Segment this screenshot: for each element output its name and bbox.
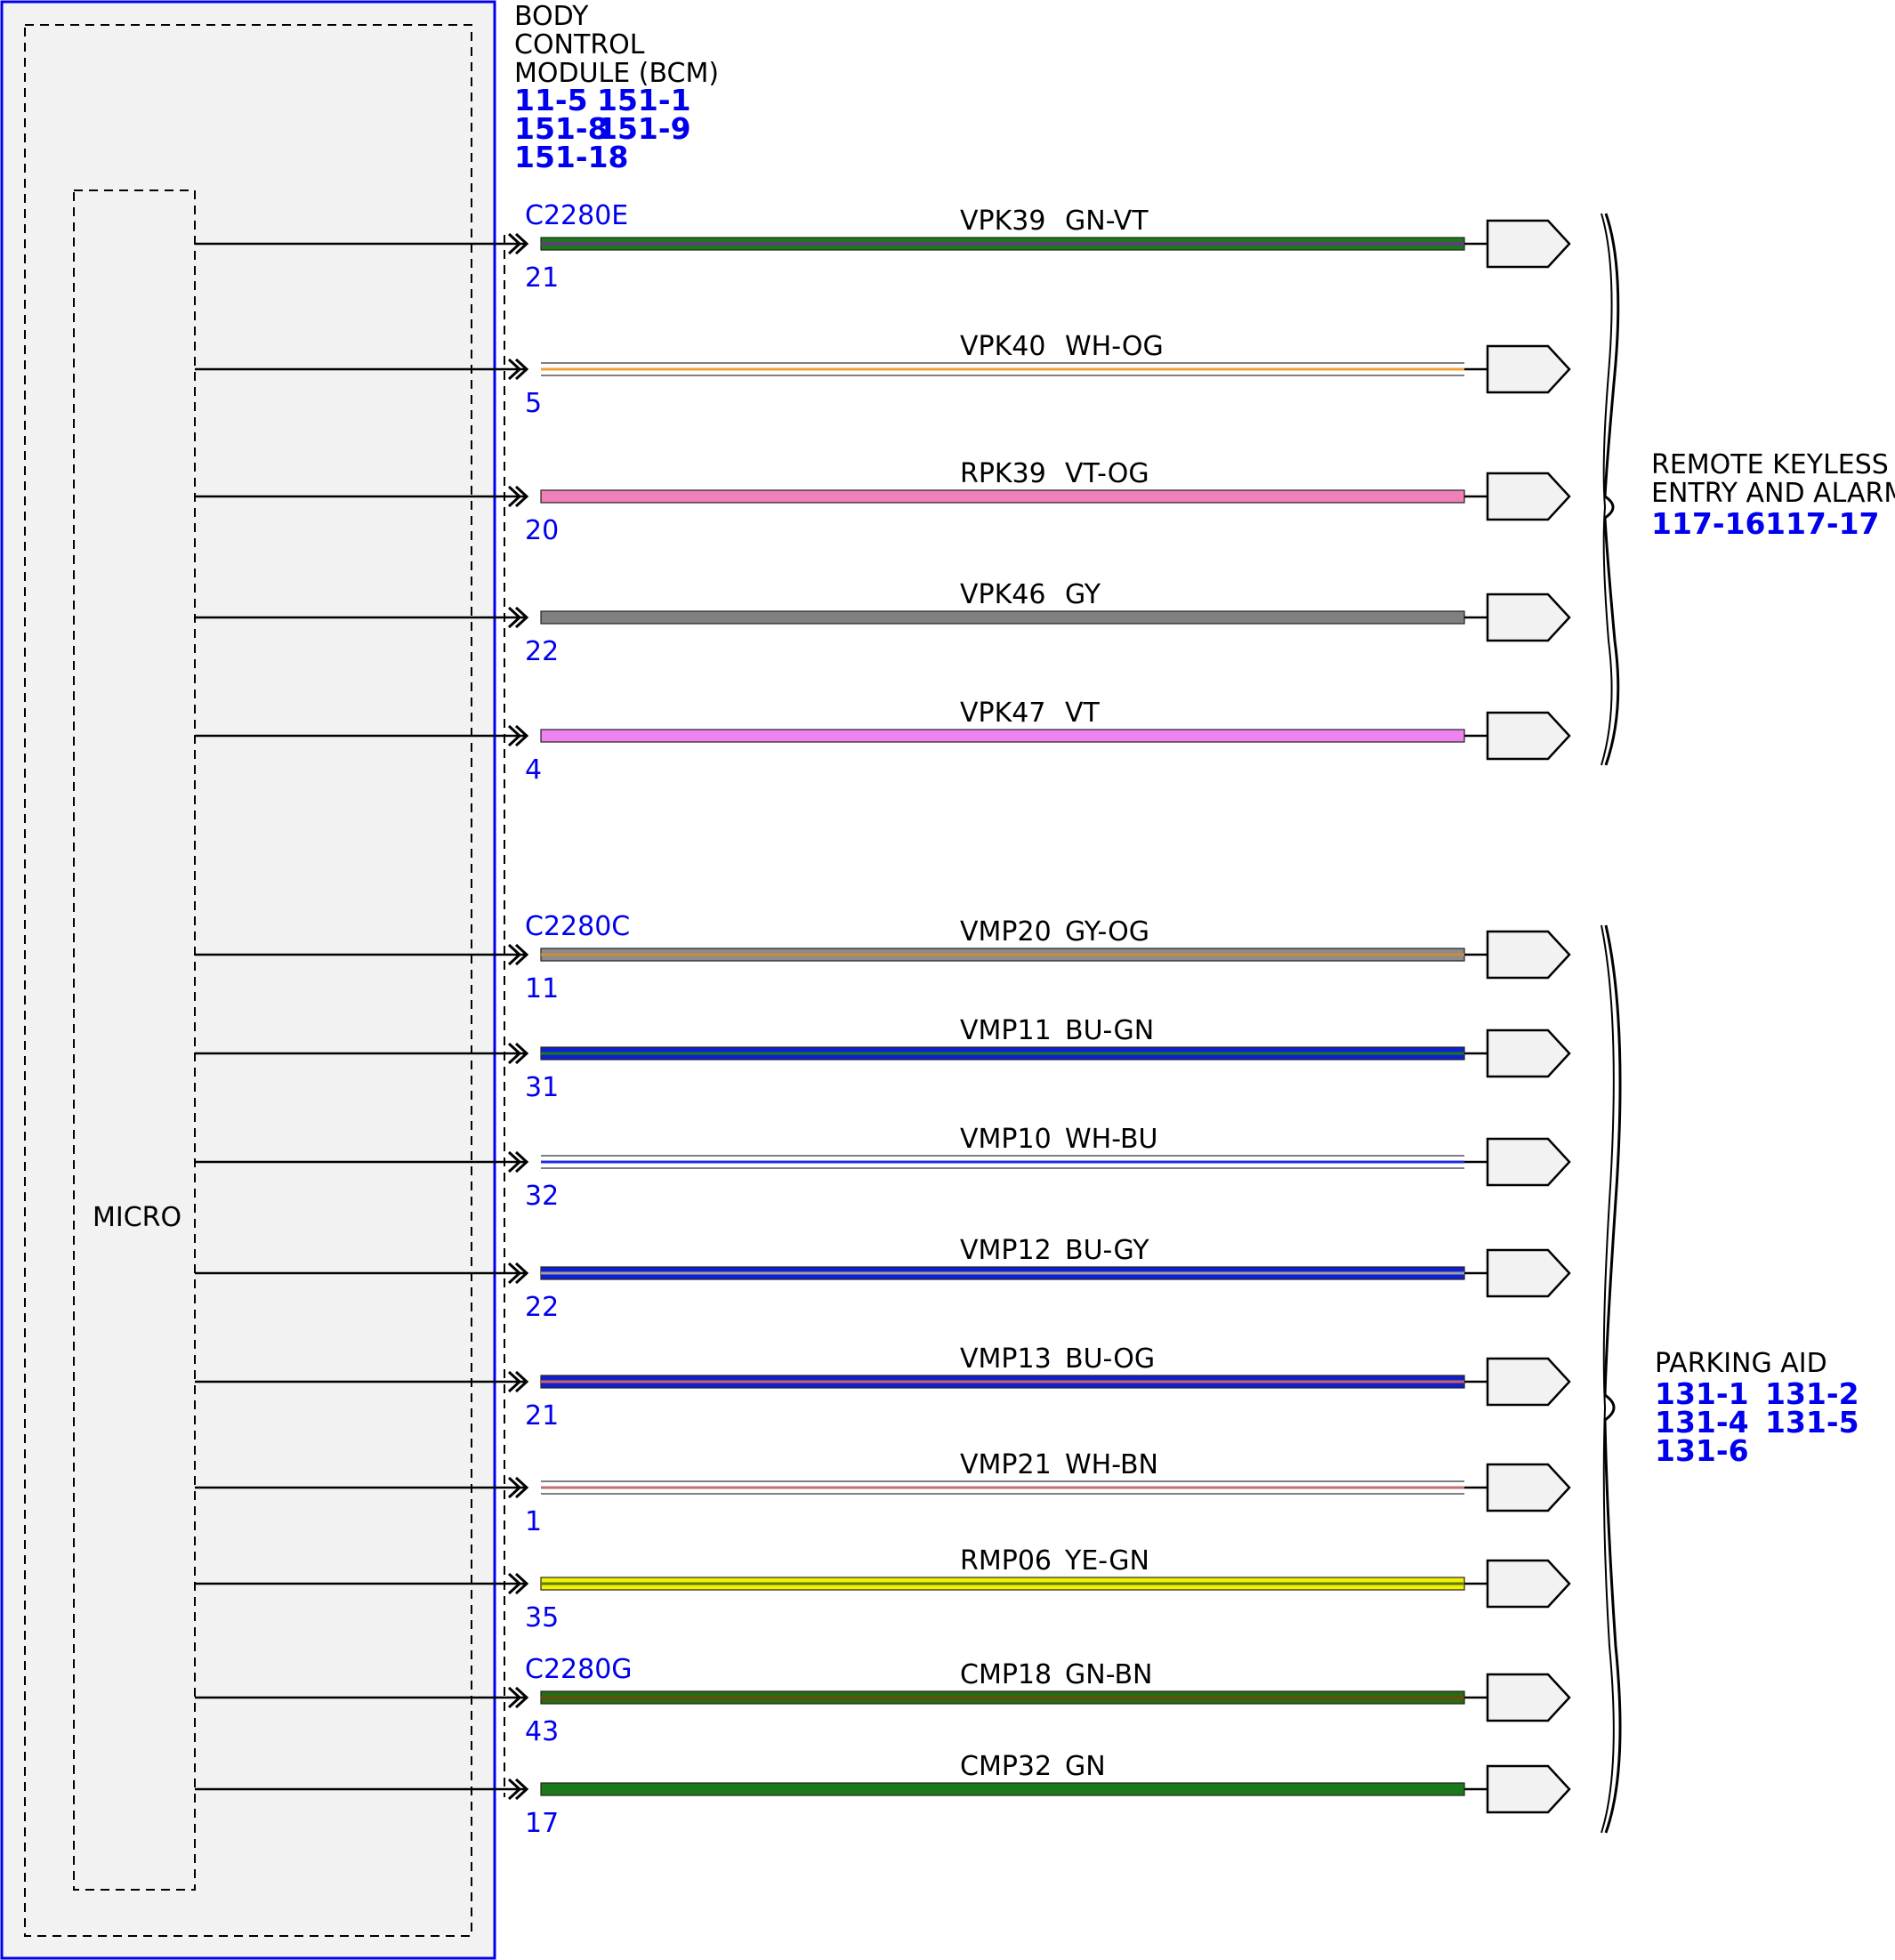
pin-number: 20 (525, 515, 559, 546)
destination-connector-icon (1486, 1559, 1571, 1609)
destination-connector-icon (1486, 472, 1571, 521)
destination-ref-link[interactable]: 131-5 (1765, 1405, 1859, 1440)
connector-id[interactable]: C2280E (525, 200, 628, 231)
destination-title-line: PARKING AID (1655, 1348, 1827, 1379)
destination-connector-icon (1486, 344, 1571, 394)
wire-circuit-label: RMP06 (960, 1545, 1052, 1577)
module-title-line-1: BODY (514, 1, 589, 32)
wire-circuit-label: VMP11 (960, 1015, 1052, 1046)
module-title-line-2: CONTROL (514, 29, 645, 60)
wire-color-label: BU-GY (1065, 1235, 1149, 1266)
destination-ref-link[interactable]: 131-6 (1655, 1433, 1749, 1468)
wire-color-label: VT (1065, 698, 1101, 729)
wire-circuit-label: VPK39 (960, 206, 1045, 237)
destination-ref-link[interactable]: 117-16 (1651, 506, 1766, 541)
wire-circuit-label: VMP10 (960, 1124, 1052, 1155)
wire-color-label: WH-BN (1065, 1449, 1158, 1480)
destination-connector-icon (1486, 1673, 1571, 1722)
wire-color-label: YE-GN (1064, 1545, 1149, 1577)
wire-body[interactable] (540, 610, 1465, 625)
micro-label: MICRO (93, 1202, 181, 1233)
pin-number: 21 (525, 1400, 559, 1432)
pin-number: 43 (525, 1716, 559, 1747)
destination-connector-icon (1486, 1463, 1571, 1512)
wire-color-label: GY-OG (1065, 916, 1149, 948)
pin-number: 11 (525, 973, 559, 1004)
pin-number: 35 (525, 1602, 559, 1633)
destination-connector-icon (1486, 593, 1571, 642)
destination-connector-icon (1486, 1028, 1571, 1078)
destination-connector-icon (1486, 1137, 1571, 1187)
wire-color-label: WH-OG (1065, 331, 1164, 362)
wire-body[interactable] (540, 1782, 1465, 1796)
destination-connector-icon (1486, 930, 1571, 980)
wire-color-label: GN-BN (1065, 1659, 1152, 1690)
destination-connector-icon (1486, 711, 1571, 761)
brace-parking-aid-inner (1601, 924, 1615, 1834)
bcm-module-box (0, 0, 496, 1960)
pin-number: 22 (525, 1292, 559, 1323)
wire-circuit-label: VMP12 (960, 1235, 1052, 1266)
wire-circuit-label: CMP18 (960, 1659, 1052, 1690)
pin-number: 22 (525, 636, 559, 667)
wire-color-label: BU-OG (1065, 1343, 1155, 1375)
wire-circuit-label: VPK40 (960, 331, 1045, 362)
destination-connector-icon (1486, 1248, 1571, 1298)
wire-color-label: GY (1065, 579, 1101, 610)
wire-color-label: VT-OG (1065, 458, 1149, 489)
wire-circuit-label: RPK39 (960, 458, 1046, 489)
destination-connector-icon (1486, 1357, 1571, 1407)
pin-number: 31 (525, 1072, 559, 1103)
wire-body[interactable] (540, 729, 1465, 743)
pin-number: 4 (525, 754, 542, 786)
wire-color-label: GN-VT (1065, 206, 1149, 237)
wire-circuit-label: VPK46 (960, 579, 1045, 610)
destination-title-line: REMOTE KEYLESS (1651, 449, 1889, 480)
pin-number: 1 (525, 1506, 542, 1537)
module-ref-link[interactable]: 151-18 (514, 140, 629, 174)
wire-circuit-label: VMP20 (960, 916, 1052, 948)
wire-color-label: WH-BU (1065, 1124, 1158, 1155)
pin-number: 32 (525, 1181, 559, 1212)
connector-id[interactable]: C2280C (525, 911, 630, 942)
pin-number: 21 (525, 262, 559, 294)
pin-number: 17 (525, 1808, 559, 1839)
wire-body[interactable] (540, 489, 1465, 504)
destination-connector-icon (1486, 1764, 1571, 1814)
wire-color-label: GN (1065, 1751, 1106, 1782)
pin-number: 5 (525, 388, 542, 419)
wiring-diagram: MICRO BODY CONTROL MODULE (BCM) 11-5 151… (0, 0, 1895, 1960)
connector-id[interactable]: C2280G (525, 1654, 633, 1685)
wire-circuit-label: CMP32 (960, 1751, 1052, 1782)
destination-title-line: ENTRY AND ALARM (1651, 478, 1895, 509)
wire-circuit-label: VMP21 (960, 1449, 1052, 1480)
destination-ref-link[interactable]: 117-17 (1765, 506, 1880, 541)
wire-circuit-label: VPK47 (960, 698, 1045, 729)
destination-connector-icon (1486, 219, 1571, 269)
wire-color-label: BU-GN (1065, 1015, 1154, 1046)
wire-circuit-label: VMP13 (960, 1343, 1052, 1375)
